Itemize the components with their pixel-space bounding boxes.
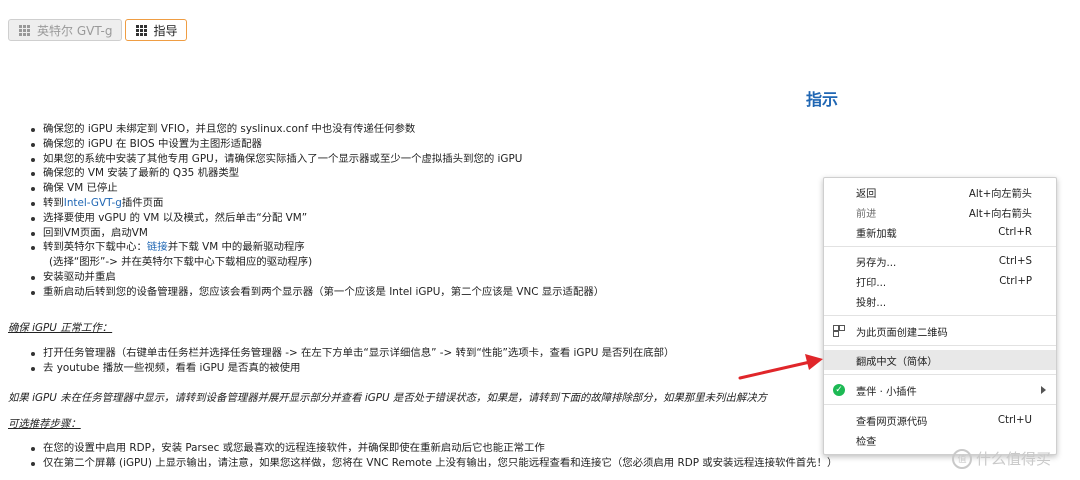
menu-item-label: 翻成中文（简体） [856,356,938,368]
menu-item-translate[interactable]: 翻成中文（简体） [824,350,1056,370]
tab-gvt-g[interactable]: 英特尔 GVT-g [8,19,122,41]
watermark-text: 什么值得买 [976,450,1052,468]
menu-item-label: 前进 [856,208,877,220]
menu-item-label: 投射... [856,297,887,309]
list-item: 转到Intel-GVT-g插件页面 [28,196,604,211]
list-item: 在您的设置中启用 RDP，安装 Parsec 或您最喜欢的远程连接软件，并确保即… [28,441,837,456]
menu-item-label: 检查 [856,436,877,448]
menu-item-create-qr-code[interactable]: 为此页面创建二维码 [824,321,1056,341]
tab-label: 指导 [153,23,178,38]
list-item: 如果您的系统中安装了其他专用 GPU，请确保您实际插入了一个显示器或至少一个虚拟… [28,152,604,167]
verify-steps-list: 打开任务管理器（右键单击任务栏并选择任务管理器 -> 在左下方单击“显示详细信息… [28,346,674,376]
list-item: 安装驱动并重启 [28,270,604,285]
menu-item-label: 返回 [856,188,877,200]
tab-label: 英特尔 GVT-g [37,23,113,38]
list-item-text: 并下载 VM 中的最新驱动程序 [167,241,305,254]
grid-icon [135,24,147,36]
watermark: 值 什么值得买 [952,448,1051,469]
menu-item-extension[interactable]: ✓ 壹伴 · 小插件 [824,380,1056,400]
menu-item-label: 重新加载 [856,228,897,240]
menu-item-cast[interactable]: 投射... [824,291,1056,311]
list-item: 转到英特尔下载中心：链接并下载 VM 中的最新驱动程序 (选择“图形”-> 并在英… [28,240,604,270]
list-item: 确保您的 iGPU 未绑定到 VFIO，并且您的 syslinux.conf 中… [28,122,604,137]
list-item: 去 youtube 播放一些视频，看看 iGPU 是否真的被使用 [28,361,674,376]
menu-item-shortcut: Ctrl+P [999,275,1032,287]
tab-bar: 英特尔 GVT-g 指导 [8,19,187,41]
menu-item-label: 另存为... [856,257,897,269]
menu-item-save-as[interactable]: 另存为... Ctrl+S [824,251,1056,271]
verify-heading: 确保 iGPU 正常工作： [8,322,113,334]
menu-item-forward[interactable]: 前进 Alt+向右箭头 [824,202,1056,222]
menu-separator [824,374,1056,375]
menu-item-shortcut: Alt+向左箭头 [968,188,1032,200]
menu-item-label: 为此页面创建二维码 [856,327,948,339]
menu-item-print[interactable]: 打印... Ctrl+P [824,271,1056,291]
tab-guide[interactable]: 指导 [124,19,187,41]
menu-separator [824,345,1056,346]
arrow-shaft [738,360,812,380]
menu-item-shortcut: Ctrl+S [998,255,1032,267]
menu-item-label: 查看网页源代码 [856,416,928,428]
list-item: 回到VM页面，启动VM [28,226,604,241]
list-item-text: 插件页面 [121,196,164,209]
list-item: 重新启动后转到您的设备管理器，您应该会看到两个显示器（第一个应该是 Intel … [28,285,604,300]
list-item: 打开任务管理器（右键单击任务栏并选择任务管理器 -> 在左下方单击“显示详细信息… [28,346,674,361]
list-item-text: 转到英特尔下载中心： [43,241,147,254]
menu-separator [824,404,1056,405]
menu-item-shortcut: Alt+向右箭头 [968,208,1032,220]
inline-link[interactable]: 链接 [147,241,168,253]
menu-item-label: 壹伴 · 小插件 [856,386,917,398]
menu-item-label: 打印... [856,277,887,289]
menu-item-reload[interactable]: 重新加载 Ctrl+R [824,222,1056,242]
list-item: 确保您的 VM 安装了最新的 Q35 机器类型 [28,166,604,181]
list-item: 确保您的 iGPU 在 BIOS 中设置为主图形适配器 [28,137,604,152]
menu-item-view-source[interactable]: 查看网页源代码 Ctrl+U [824,410,1056,430]
menu-separator [824,246,1056,247]
page-title: 指示 [806,90,839,109]
menu-item-shortcut: Ctrl+R [998,226,1032,238]
watermark-logo: 值 [952,448,972,469]
list-item: 确保 VM 已停止 [28,181,604,196]
qr-code-icon [833,325,845,337]
list-item-subtext: (选择“图形”-> 并在英特尔下载中心下载相应的驱动程序) [49,256,313,269]
list-item: 仅在第二个屏幕 (iGPU) 上显示输出，请注意，如果您这样做，您将在 VNC … [28,456,837,471]
optional-steps-list: 在您的设置中启用 RDP，安装 Parsec 或您最喜欢的远程连接软件，并确保即… [28,441,837,471]
grid-icon [19,24,30,36]
arrow-head [805,354,823,370]
list-item: 选择要使用 vGPU 的 VM 以及模式，然后单击“分配 VM” [28,211,604,226]
menu-separator [824,315,1056,316]
context-menu: 返回 Alt+向左箭头 前进 Alt+向右箭头 重新加载 Ctrl+R 另存为.… [823,177,1057,455]
inline-link[interactable]: Intel-GVT-g [64,197,122,209]
optional-heading: 可选推荐步骤： [8,418,81,430]
menu-item-back[interactable]: 返回 Alt+向左箭头 [824,182,1056,202]
list-item-text: 转到 [43,196,64,209]
submenu-arrow-icon [1041,386,1046,394]
extension-icon: ✓ [833,384,845,396]
menu-item-inspect[interactable]: 检查 [824,430,1056,450]
troubleshoot-note: 如果 iGPU 未在任务管理器中显示，请转到设备管理器并展开显示部分并查看 iG… [8,392,767,404]
setup-steps-list: 确保您的 iGPU 未绑定到 VFIO，并且您的 syslinux.conf 中… [28,122,604,300]
menu-item-shortcut: Ctrl+U [997,414,1032,426]
